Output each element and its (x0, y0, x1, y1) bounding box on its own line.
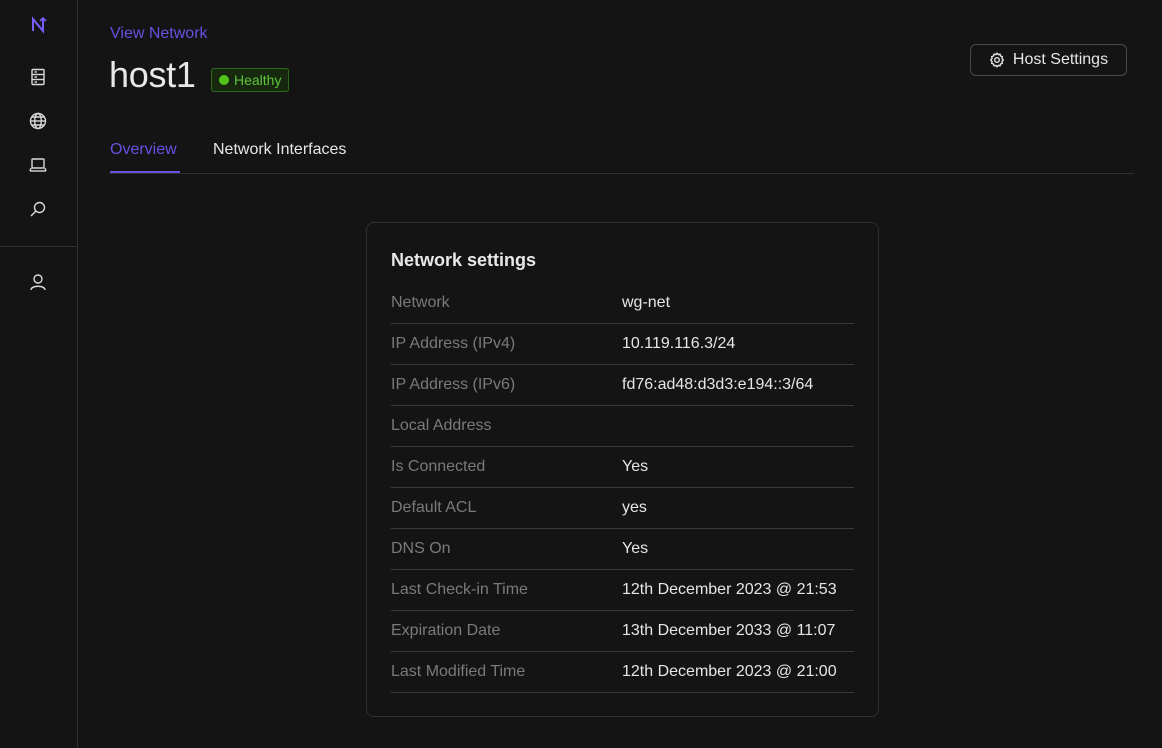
laptop-icon[interactable] (27, 154, 49, 176)
main-content: View Network host1 Healthy Host Settings… (78, 0, 1162, 748)
row-value: wg-net (622, 294, 671, 311)
row-label: Default ACL (391, 499, 477, 516)
settings-list: Network wg-net IP Address (IPv4) 10.119.… (391, 283, 854, 693)
settings-row-last-check-in: Last Check-in Time 12th December 2023 @ … (391, 570, 854, 611)
tab-overview[interactable]: Overview (110, 141, 177, 159)
search-icon[interactable] (27, 198, 49, 220)
row-label: IP Address (IPv6) (391, 376, 516, 393)
settings-row-expiration-date: Expiration Date 13th December 2033 @ 11:… (391, 611, 854, 652)
row-label: Network (391, 294, 450, 311)
gear-icon (989, 52, 1005, 68)
row-value: yes (622, 499, 647, 516)
card-title: Network settings (391, 250, 537, 270)
status-label: Healthy (234, 72, 282, 88)
row-value: 10.119.116.3/24 (622, 335, 736, 352)
settings-row-network: Network wg-net (391, 283, 854, 324)
row-label: Expiration Date (391, 622, 501, 639)
settings-row-local-address: Local Address (391, 406, 854, 447)
logo-icon[interactable] (27, 14, 49, 36)
breadcrumb-view-network[interactable]: View Network (110, 25, 208, 43)
network-settings-card: Network settings Network wg-net IP Addre… (366, 222, 879, 717)
row-label: Last Check-in Time (391, 581, 528, 598)
settings-row-default-acl: Default ACL yes (391, 488, 854, 529)
status-dot-icon (219, 75, 229, 85)
settings-row-ipv4: IP Address (IPv4) 10.119.116.3/24 (391, 324, 854, 365)
row-label: Last Modified Time (391, 663, 526, 680)
row-value: 13th December 2033 @ 11:07 (622, 622, 836, 639)
settings-row-last-modified: Last Modified Time 12th December 2023 @ … (391, 652, 854, 693)
settings-row-ipv6: IP Address (IPv6) fd76:ad48:d3d3:e194::3… (391, 365, 854, 406)
sidebar-divider (0, 246, 77, 247)
servers-icon[interactable] (27, 66, 49, 88)
page-title: host1 (109, 54, 196, 95)
row-value: fd76:ad48:d3d3:e194::3/64 (622, 376, 814, 393)
row-label: Is Connected (391, 458, 486, 475)
settings-row-dns-on: DNS On Yes (391, 529, 854, 570)
host-settings-label: Host Settings (1012, 51, 1109, 68)
row-label: Local Address (391, 417, 492, 434)
globe-icon[interactable] (27, 110, 49, 132)
row-value: Yes (622, 540, 649, 557)
row-label: IP Address (IPv4) (391, 335, 516, 352)
row-value: 12th December 2023 @ 21:00 (622, 663, 837, 680)
settings-row-is-connected: Is Connected Yes (391, 447, 854, 488)
sidebar (0, 0, 78, 748)
user-icon[interactable] (27, 271, 49, 293)
active-tab-indicator (110, 171, 180, 173)
tab-bar: Overview Network Interfaces (110, 132, 1134, 174)
row-value: Yes (622, 458, 649, 475)
row-value: 12th December 2023 @ 21:53 (622, 581, 837, 598)
row-label: DNS On (391, 540, 451, 557)
status-badge: Healthy (211, 68, 290, 92)
host-settings-button[interactable]: Host Settings (970, 44, 1127, 76)
tab-network-interfaces[interactable]: Network Interfaces (213, 141, 346, 159)
